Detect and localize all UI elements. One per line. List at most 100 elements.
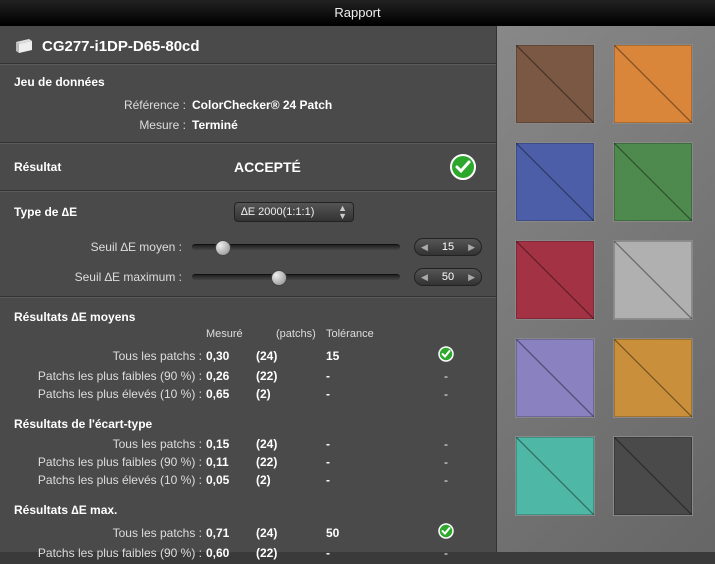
table-row: Tous les patchs :0,15(24)-- (14, 435, 482, 453)
mean-results-section: Résultats ∆E moyens Mesuré (patchs) Tolé… (0, 298, 496, 405)
row-tolerance: 50 (326, 526, 426, 540)
mean-results-title: Résultats ∆E moyens (14, 304, 482, 328)
document-icon (14, 39, 34, 55)
max-threshold-slider[interactable] (192, 274, 400, 280)
check-icon (438, 346, 454, 362)
row-patches: (24) (256, 349, 326, 363)
color-swatch[interactable] (613, 44, 693, 124)
row-status: - (426, 473, 466, 487)
max-results-section: Résultats ∆E max. Tous les patchs :0,71(… (0, 491, 496, 564)
row-tolerance: - (326, 369, 426, 383)
table-row: Tous les patchs :0,30(24)15 (14, 344, 482, 367)
row-status: - (426, 387, 466, 401)
row-measured: 0,05 (206, 473, 256, 487)
report-panel: CG277-i1DP-D65-80cd Jeu de données Référ… (0, 26, 497, 552)
row-measured: 0,71 (206, 526, 256, 540)
row-tolerance: 15 (326, 349, 426, 363)
row-patches: (22) (256, 546, 326, 560)
row-status: - (426, 455, 466, 469)
row-tolerance: - (326, 437, 426, 451)
row-measured: 0,65 (206, 387, 256, 401)
table-row: Patchs les plus faibles (90 %) :0,26(22)… (14, 367, 482, 385)
row-status: - (426, 546, 466, 560)
max-results-title: Résultats ∆E max. (14, 497, 482, 521)
top-bar: Rapport (0, 0, 715, 26)
updown-icon: ▲▼ (338, 204, 347, 220)
measure-label: Mesure : (14, 118, 192, 132)
topbar-title: Rapport (334, 5, 380, 20)
check-icon (438, 523, 454, 539)
row-patches: (22) (256, 369, 326, 383)
chevron-left-icon[interactable]: ◀ (421, 272, 428, 283)
dataset-label: Jeu de données (0, 65, 496, 95)
table-row: Tous les patchs :0,71(24)50 (14, 521, 482, 544)
color-swatch[interactable] (613, 240, 693, 320)
row-patches: (22) (256, 455, 326, 469)
row-measured: 0,15 (206, 437, 256, 451)
row-status: - (426, 437, 466, 451)
mean-threshold-value: 15 (442, 241, 454, 253)
page-title: CG277-i1DP-D65-80cd (42, 38, 200, 55)
check-icon (450, 154, 476, 180)
color-swatch[interactable] (515, 436, 595, 516)
row-patches: (24) (256, 526, 326, 540)
deltae-type-value: ∆E 2000(1:1:1) (241, 206, 314, 218)
table-row: Patchs les plus élevés (10 %) :0,05(2)-- (14, 471, 482, 489)
row-measured: 0,30 (206, 349, 256, 363)
color-swatch[interactable] (613, 436, 693, 516)
row-tolerance: - (326, 387, 426, 401)
deltae-type-label: Type de ∆E (14, 205, 234, 219)
color-swatch[interactable] (515, 142, 595, 222)
row-label: Patchs les plus élevés (10 %) : (14, 473, 206, 487)
row-tolerance: - (326, 455, 426, 469)
row-tolerance: - (326, 546, 426, 560)
row-label: Patchs les plus faibles (90 %) : (14, 546, 206, 560)
reference-value: ColorChecker® 24 Patch (192, 98, 332, 112)
color-swatch[interactable] (515, 44, 595, 124)
row-status: - (426, 369, 466, 383)
row-patches: (2) (256, 473, 326, 487)
row-patches: (2) (256, 387, 326, 401)
chevron-right-icon[interactable]: ▶ (468, 242, 475, 253)
std-results-section: Résultats de l'écart-type Tous les patch… (0, 405, 496, 491)
mean-threshold-stepper[interactable]: ◀ 15 ▶ (414, 238, 482, 256)
color-swatch[interactable] (515, 240, 595, 320)
mean-threshold-label: Seuil ∆E moyen : (14, 240, 192, 254)
measure-value: Terminé (192, 118, 238, 132)
table-row: Patchs les plus faibles (90 %) :0,60(22)… (14, 544, 482, 562)
deltae-type-dropdown[interactable]: ∆E 2000(1:1:1) ▲▼ (234, 202, 354, 222)
table-row: Patchs les plus élevés (10 %) :0,65(2)-- (14, 385, 482, 403)
col-measured: Mesuré (206, 328, 276, 340)
slider-thumb[interactable] (271, 270, 287, 286)
row-status (426, 346, 466, 365)
row-measured: 0,26 (206, 369, 256, 383)
row-label: Patchs les plus élevés (10 %) : (14, 387, 206, 401)
color-swatch[interactable] (515, 338, 595, 418)
row-label: Tous les patchs : (14, 437, 206, 451)
chevron-right-icon[interactable]: ▶ (468, 272, 475, 283)
color-swatch[interactable] (613, 142, 693, 222)
slider-thumb[interactable] (215, 240, 231, 256)
color-swatch[interactable] (613, 338, 693, 418)
max-threshold-value: 50 (442, 271, 454, 283)
result-value: ACCEPTÉ (234, 159, 450, 175)
max-threshold-label: Seuil ∆E maximum : (14, 270, 192, 284)
reference-label: Référence : (14, 98, 192, 112)
std-results-title: Résultats de l'écart-type (14, 411, 482, 435)
table-row: Patchs les plus faibles (90 %) :0,11(22)… (14, 453, 482, 471)
row-status (426, 523, 466, 542)
mean-threshold-slider[interactable] (192, 244, 400, 250)
col-patches: (patchs) (276, 328, 326, 340)
row-label: Patchs les plus faibles (90 %) : (14, 455, 206, 469)
row-measured: 0,11 (206, 455, 256, 469)
swatch-grid (497, 26, 715, 552)
row-tolerance: - (326, 473, 426, 487)
row-label: Patchs les plus faibles (90 %) : (14, 369, 206, 383)
result-label: Résultat (14, 160, 234, 174)
row-measured: 0,60 (206, 546, 256, 560)
row-label: Tous les patchs : (14, 349, 206, 363)
col-tolerance: Tolérance (326, 328, 426, 340)
row-label: Tous les patchs : (14, 526, 206, 540)
max-threshold-stepper[interactable]: ◀ 50 ▶ (414, 268, 482, 286)
chevron-left-icon[interactable]: ◀ (421, 242, 428, 253)
